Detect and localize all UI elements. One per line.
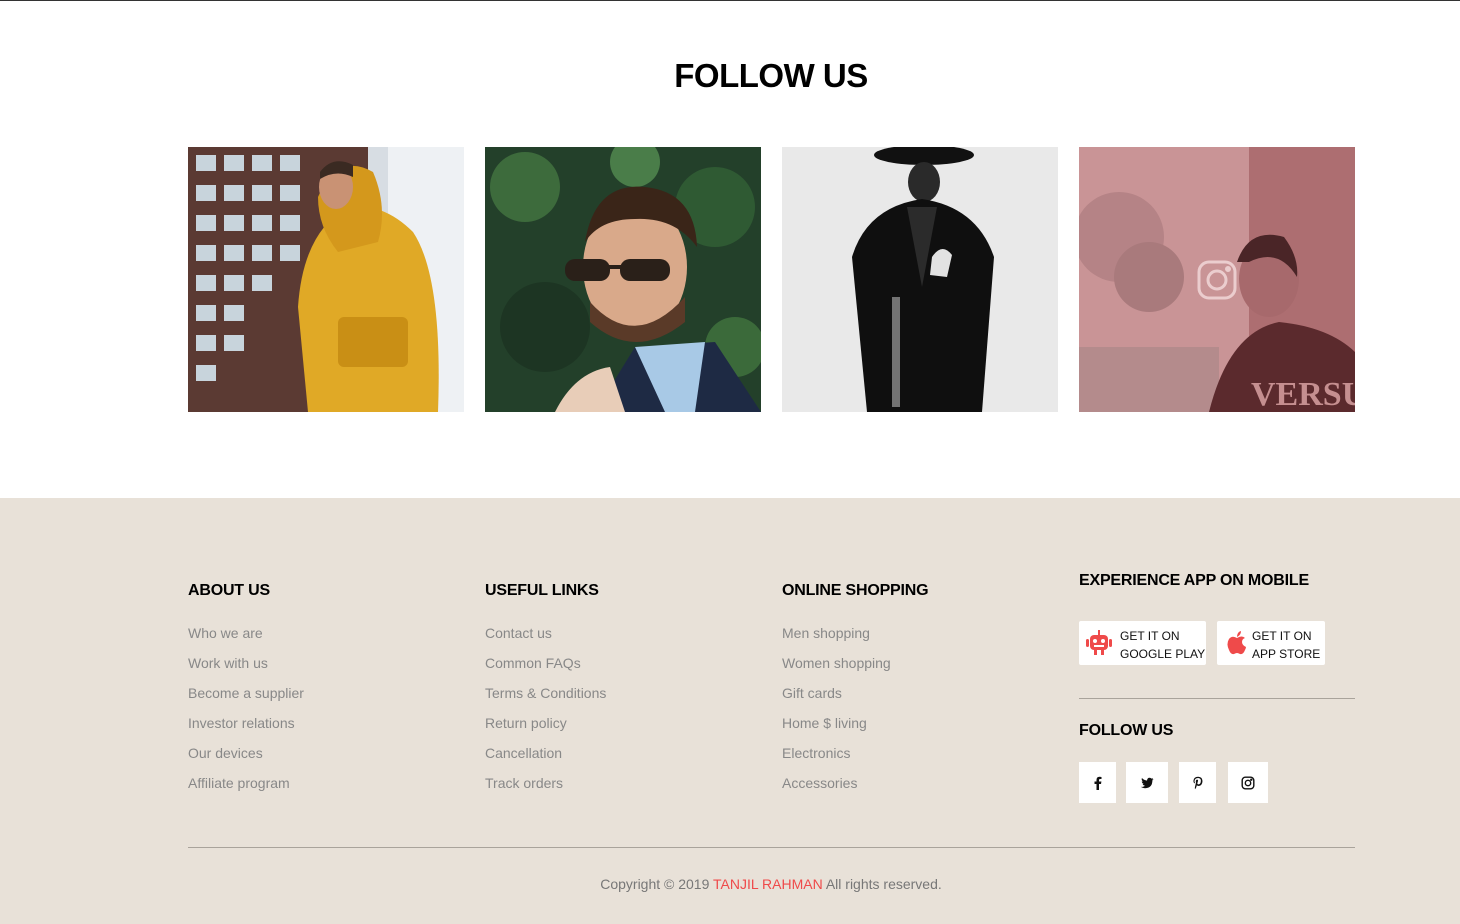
follow-us-gallery: FOLLOW US VERSU <box>0 1 1460 498</box>
android-icon <box>1086 630 1112 655</box>
footer-link-track-orders[interactable]: Track orders <box>485 768 606 798</box>
useful-links-list: Contact us Common FAQs Terms & Condition… <box>485 618 606 798</box>
black-coat-photo <box>782 147 1058 412</box>
online-shopping-title: ONLINE SHOPPING <box>782 582 929 599</box>
useful-links-title: USEFUL LINKS <box>485 582 599 599</box>
google-play-button[interactable]: GET IT ON GOOGLE PLAY <box>1079 621 1206 665</box>
google-play-line1: GET IT ON <box>1120 629 1180 643</box>
footer-link-become-supplier[interactable]: Become a supplier <box>188 678 304 708</box>
footer-link-who-we-are[interactable]: Who we are <box>188 618 304 648</box>
online-shopping-links: Men shopping Women shopping Gift cards H… <box>782 618 891 798</box>
footer-link-contact-us[interactable]: Contact us <box>485 618 606 648</box>
footer-follow-us-title: FOLLOW US <box>1079 722 1174 739</box>
footer-link-electronics[interactable]: Electronics <box>782 738 891 768</box>
about-us-links: Who we are Work with us Become a supplie… <box>188 618 304 798</box>
follow-us-heading: FOLLOW US <box>674 57 868 94</box>
footer-link-return-policy[interactable]: Return policy <box>485 708 606 738</box>
footer-link-common-faqs[interactable]: Common FAQs <box>485 648 606 678</box>
sunglasses-photo <box>485 147 761 412</box>
svg-text:VERSUS: VERSUS <box>1251 376 1355 412</box>
gallery-photo-sunglasses[interactable] <box>485 147 761 412</box>
pinterest-button[interactable] <box>1179 762 1216 803</box>
footer-link-terms[interactable]: Terms & Conditions <box>485 678 606 708</box>
app-store-line2: APP STORE <box>1252 647 1321 661</box>
experience-app-title: EXPERIENCE APP ON MOBILE <box>1079 572 1309 589</box>
twitter-button[interactable] <box>1126 762 1168 803</box>
copyright-suffix: All rights reserved. <box>825 876 942 892</box>
pinterest-icon <box>1192 776 1202 789</box>
footer-link-work-with-us[interactable]: Work with us <box>188 648 304 678</box>
copyright-prefix: Copyright © 2019 <box>600 876 710 892</box>
app-store-button[interactable]: GET IT ON APP STORE <box>1217 621 1325 665</box>
footer-link-our-devices[interactable]: Our devices <box>188 738 304 768</box>
facebook-button[interactable] <box>1079 762 1116 803</box>
gallery-photo-black-coat[interactable] <box>782 147 1058 412</box>
yellow-hoodie-photo <box>188 147 464 412</box>
gallery-photo-versus-tshirt[interactable]: VERSUS <box>1079 147 1355 412</box>
footer-link-men-shopping[interactable]: Men shopping <box>782 618 891 648</box>
apple-icon <box>1227 631 1246 655</box>
gallery-photo-yellow-hoodie[interactable] <box>188 147 464 412</box>
instagram-button[interactable] <box>1228 762 1268 803</box>
copyright-author-link[interactable]: TANJIL RAHMAN <box>713 876 823 892</box>
footer-link-accessories[interactable]: Accessories <box>782 768 891 798</box>
twitter-icon <box>1140 777 1154 788</box>
facebook-icon <box>1094 776 1101 790</box>
copyright-text: Copyright © 2019 TANJIL RAHMAN All right… <box>0 876 1460 892</box>
footer-divider <box>188 847 1355 848</box>
footer-link-gift-cards[interactable]: Gift cards <box>782 678 891 708</box>
about-us-title: ABOUT US <box>188 582 270 599</box>
versus-tshirt-photo: VERSUS <box>1079 147 1355 412</box>
site-footer: ABOUT US Who we are Work with us Become … <box>0 498 1460 924</box>
footer-link-cancellation[interactable]: Cancellation <box>485 738 606 768</box>
app-store-line1: GET IT ON <box>1252 629 1312 643</box>
app-divider <box>1079 698 1355 699</box>
footer-link-home-living[interactable]: Home $ living <box>782 708 891 738</box>
google-play-line2: GOOGLE PLAY <box>1120 647 1206 661</box>
footer-link-women-shopping[interactable]: Women shopping <box>782 648 891 678</box>
footer-link-affiliate-program[interactable]: Affiliate program <box>188 768 304 798</box>
footer-link-investor-relations[interactable]: Investor relations <box>188 708 304 738</box>
instagram-icon <box>1241 776 1255 790</box>
